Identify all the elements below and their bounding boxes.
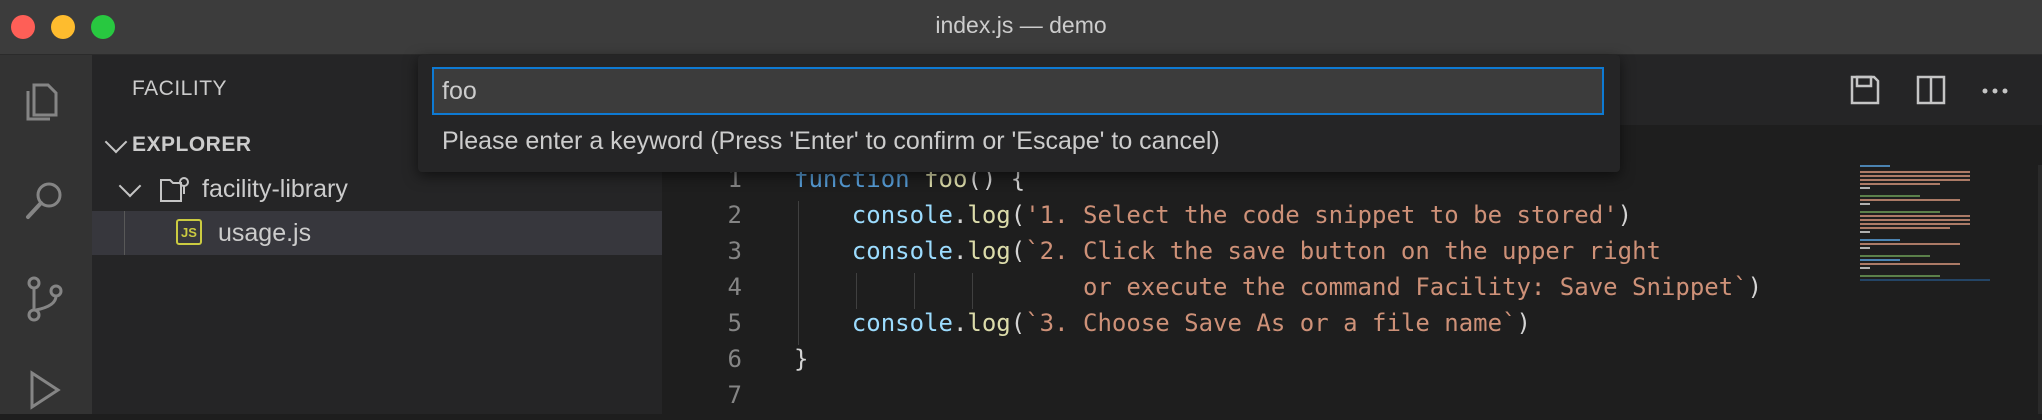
code-token: ): [1617, 201, 1633, 229]
line-number: 3: [727, 237, 742, 265]
quick-input-message: Please enter a keyword (Press 'Enter' to…: [442, 127, 1220, 155]
code-token: `2. Click the save button on the upper r…: [1025, 237, 1661, 265]
chevron-down-icon: [118, 174, 142, 198]
minimap-line: [1860, 243, 1960, 245]
line-content: console.log(`2. Click the save button on…: [794, 237, 1661, 265]
file-label: usage.js: [218, 219, 312, 247]
code-token: .: [952, 309, 968, 337]
sidebar-title: FACILITY: [132, 77, 228, 100]
minimap-line: [1860, 165, 1890, 167]
minimap-line: [1860, 255, 1930, 257]
code-token: (: [1010, 201, 1026, 229]
indent-guide: [972, 273, 973, 309]
vertical-scrollbar[interactable]: [2038, 165, 2042, 414]
line-number: 4: [727, 273, 742, 301]
search-icon[interactable]: [20, 175, 70, 225]
code-token: '1. Select the code snippet to be stored…: [1025, 201, 1618, 229]
line-number: 2: [727, 201, 742, 229]
code-token: (: [1010, 309, 1026, 337]
minimap-line: [1860, 175, 1970, 177]
keyword-input[interactable]: [432, 67, 1604, 115]
indent-guide: [798, 273, 799, 309]
line-content: or execute the command Facility: Save Sn…: [794, 273, 1762, 301]
minimap-line: [1860, 247, 1870, 249]
code-token: console: [851, 201, 953, 229]
code-token: log: [967, 309, 1011, 337]
minimap-line: [1860, 219, 1970, 221]
run-debug-icon[interactable]: [20, 365, 70, 415]
minimap-line: [1860, 171, 1970, 173]
code-token: `3. Choose Save As or a file name`: [1025, 309, 1517, 337]
javascript-file-icon: JS: [176, 219, 202, 245]
code-token: log: [967, 237, 1011, 265]
quick-input-widget: Please enter a keyword (Press 'Enter' to…: [418, 55, 1620, 172]
minimap-line: [1860, 211, 1940, 213]
indent-guide: [124, 211, 125, 255]
indent-guide: [914, 273, 915, 309]
line-content: }: [794, 345, 808, 373]
more-actions-icon[interactable]: [1978, 73, 2012, 107]
split-editor-icon[interactable]: [1914, 73, 1948, 107]
code-token: ): [1747, 273, 1763, 301]
minimap-line: [1860, 263, 1960, 265]
minimap-line: [1860, 275, 1940, 277]
folder-label: facility-library: [202, 175, 348, 203]
line-content: console.log('1. Select the code snippet …: [794, 201, 1632, 229]
code-token: log: [967, 201, 1011, 229]
minimap-line: [1860, 179, 1970, 181]
activity-bar: [0, 55, 92, 414]
minimap-line: [1860, 215, 1970, 217]
chevron-down-icon: [104, 130, 128, 154]
minimap-line: [1860, 227, 1950, 229]
minimap-line: [1860, 239, 1900, 241]
code-token: or execute the command Facility: Save Sn…: [794, 273, 1748, 301]
files-icon[interactable]: [20, 75, 70, 125]
source-control-icon[interactable]: [20, 273, 70, 323]
save-snippet-icon[interactable]: [1848, 73, 1882, 107]
minimap-line: [1860, 195, 1920, 197]
explorer-section-label: EXPLORER: [132, 133, 252, 156]
line-number: 7: [727, 381, 742, 409]
title-bar: index.js — demo: [0, 0, 2042, 55]
minimap[interactable]: [1860, 165, 2010, 305]
minimap-line: [1860, 279, 1990, 281]
indent-guide: [856, 273, 857, 309]
minimap-line: [1860, 199, 1960, 201]
minimap-line: [1860, 231, 1870, 233]
indent-guide: [798, 201, 799, 237]
folder-library-icon: [158, 172, 192, 211]
indent-guide: [798, 237, 799, 273]
indent-guide: [798, 309, 799, 345]
code-token: console: [851, 309, 953, 337]
minimap-line: [1860, 223, 1970, 225]
code-token: (: [1010, 237, 1026, 265]
code-token: ): [1516, 309, 1531, 337]
line-number: 5: [727, 309, 742, 337]
code-token: .: [952, 201, 968, 229]
code-token: }: [794, 345, 809, 373]
minimap-line: [1860, 267, 1870, 269]
minimap-line: [1860, 183, 1940, 185]
window-title: index.js — demo: [935, 12, 1107, 38]
line-content: console.log(`3. Choose Save As or a file…: [794, 309, 1531, 337]
minimap-line: [1860, 203, 1870, 205]
tree-item-file[interactable]: JS usage.js: [92, 211, 662, 255]
code-token: console: [851, 237, 953, 265]
minimap-line: [1860, 187, 1870, 189]
code-token: .: [952, 237, 968, 265]
line-number: 6: [727, 345, 742, 373]
tree-item-folder[interactable]: facility-library: [92, 167, 662, 211]
minimap-line: [1860, 259, 1900, 261]
